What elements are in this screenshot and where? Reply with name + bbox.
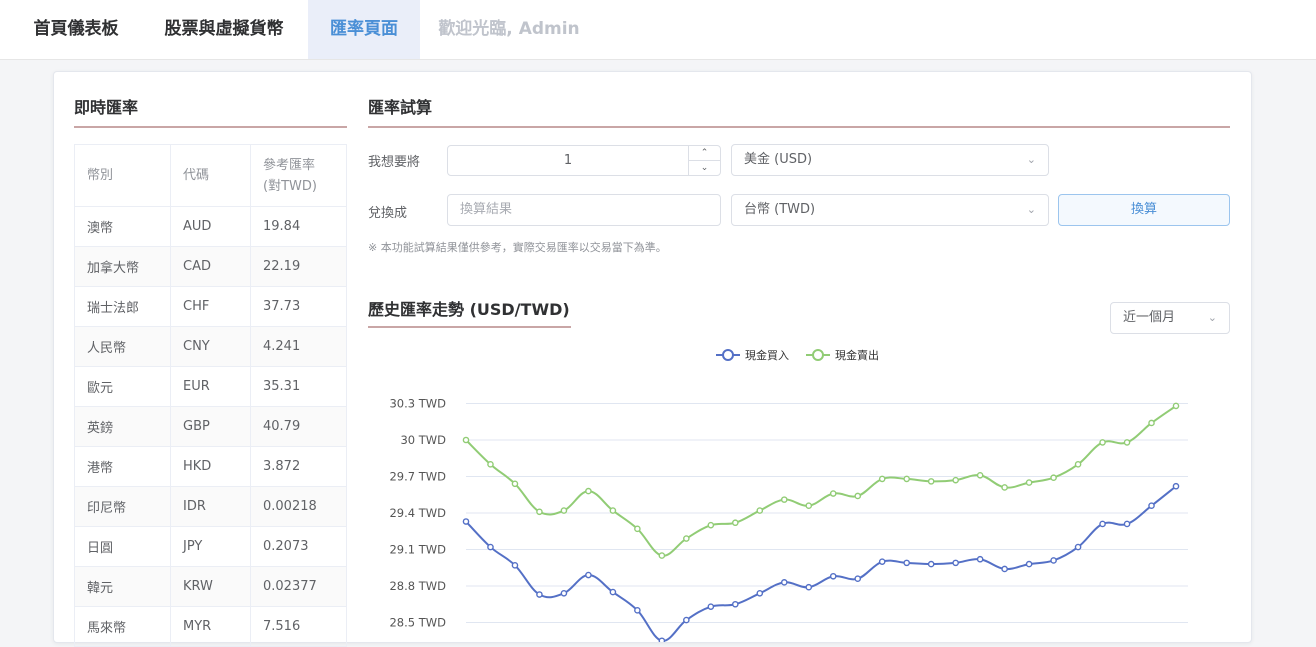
legend-marker-0: [722, 349, 734, 361]
data-point: [1123, 520, 1131, 528]
data-point: [609, 507, 617, 514]
data-point: [829, 572, 837, 580]
data-point: [1148, 419, 1155, 427]
data-point: [927, 560, 935, 568]
series-line-0: [465, 485, 1177, 642]
data-point: [707, 603, 715, 610]
exchange-card: 即時匯率 幣別 代碼 參考匯率 (對TWD) 澳幣 AUD 19.84 加拿大幣 CAD 2…: [53, 71, 1252, 647]
data-point: [903, 559, 910, 567]
data-point: [1001, 565, 1008, 573]
data-point: [805, 502, 813, 510]
data-point: [560, 507, 568, 514]
data-point: [462, 518, 470, 525]
data-point: [634, 525, 641, 533]
data-point: [805, 583, 813, 591]
data-point: [511, 480, 519, 488]
y-tick-label: 30.3 TWD: [389, 397, 446, 411]
data-point: [780, 496, 788, 503]
data-point: [683, 616, 690, 624]
data-point: [952, 559, 959, 567]
data-point: [756, 507, 764, 514]
data-point: [487, 543, 494, 551]
data-point: [609, 588, 617, 596]
y-tick-label: 29.7 TWD: [389, 470, 446, 484]
data-point: [976, 555, 984, 563]
y-tick-label: 29.1 TWD: [389, 543, 446, 557]
data-point: [1172, 402, 1180, 410]
data-point: [1148, 502, 1155, 510]
data-point: [878, 475, 886, 483]
data-point: [462, 436, 470, 444]
y-tick-label: 28.8 TWD: [389, 579, 446, 593]
data-point: [854, 575, 862, 583]
y-tick-label: 29.4 TWD: [389, 506, 446, 520]
data-point: [487, 461, 494, 468]
y-tick-label: 30 TWD: [400, 433, 446, 447]
data-point: [536, 591, 543, 598]
data-point: [780, 579, 788, 586]
data-point: [585, 571, 592, 579]
data-point: [952, 476, 959, 484]
history-chart: 30.3 TWD 30 TWD 29.7 TWD 29.4 TWD 29.1 TWD 28…: [389, 348, 1188, 642]
data-point: [707, 521, 715, 529]
nav-tab-exchange-rate[interactable]: 匯率頁面: [308, 0, 420, 59]
data-point: [854, 492, 862, 500]
data-point: [1099, 520, 1106, 528]
data-point: [976, 471, 984, 479]
data-point: [511, 562, 519, 569]
data-point: [658, 552, 666, 559]
data-point: [732, 519, 739, 527]
data-point: [634, 607, 641, 614]
data-point: [829, 490, 837, 497]
top-nav: 首頁儀表板 股票與虛擬貨幣 匯率頁面 歡迎光臨, Admin: [0, 0, 1316, 60]
data-point: [927, 478, 935, 485]
y-tick-label: 28.5 TWD: [389, 616, 446, 630]
data-point: [878, 558, 886, 565]
nav-welcome-user: 歡迎光臨, Admin: [438, 19, 580, 39]
nav-tab-dashboard[interactable]: 首頁儀表板: [14, 0, 138, 59]
data-point: [536, 508, 543, 516]
data-point: [1050, 474, 1057, 482]
data-point: [1001, 484, 1008, 491]
data-point: [1050, 557, 1057, 564]
data-point: [1123, 439, 1131, 446]
data-point: [1025, 479, 1033, 486]
data-point: [1099, 439, 1106, 446]
data-point: [560, 590, 568, 597]
data-point: [1074, 461, 1082, 468]
data-point: [683, 535, 690, 542]
nav-tab-stocks-crypto[interactable]: 股票與虛擬貨幣: [148, 0, 300, 59]
legend-label-0: 現金買入: [745, 348, 789, 362]
data-point: [903, 475, 910, 483]
legend-label-1: 現金賣出: [835, 348, 879, 362]
data-point: [1025, 560, 1033, 568]
data-point: [658, 637, 666, 642]
data-point: [1074, 543, 1082, 551]
data-point: [732, 600, 739, 608]
data-point: [1172, 482, 1180, 490]
series-line-1: [465, 405, 1177, 557]
data-point: [756, 590, 764, 597]
data-point: [585, 487, 592, 495]
legend-marker-1: [812, 349, 824, 361]
